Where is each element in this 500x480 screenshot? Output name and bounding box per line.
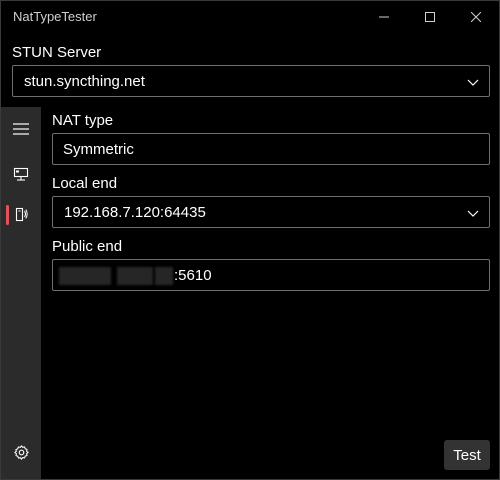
app-window: NatTypeTester STUN Server stun.syncthing… [0,0,500,480]
local-end-value: 192.168.7.120:64435 [64,204,206,221]
minimize-icon [379,16,389,18]
public-end-label: Public end [52,238,123,255]
close-icon [471,12,481,22]
local-end-label: Local end [52,175,118,192]
redacted-address-block [117,267,153,285]
gear-icon [13,444,29,460]
test-button[interactable]: Test [444,440,490,470]
stun-server-combobox[interactable]: stun.syncthing.net [12,65,490,97]
nat-type-field[interactable]: Symmetric [52,133,490,165]
nat-type-label: NAT type [52,112,114,129]
nav-item-rfc5780[interactable] [1,157,41,193]
redacted-address-block [59,267,111,285]
title-bar[interactable]: NatTypeTester [1,1,499,33]
port-mapping-icon [15,207,28,222]
navigation-pane [1,107,41,479]
close-button[interactable] [453,1,499,33]
maximize-button[interactable] [407,1,453,33]
public-end-port: :5610 [174,267,212,284]
nav-menu-toggle-button[interactable] [1,111,41,147]
redacted-address-block [155,267,173,285]
server-icon [13,167,29,181]
nav-item-rfc3489[interactable] [1,196,41,232]
nat-type-value: Symmetric [63,141,134,158]
public-end-field[interactable]: :5610 [52,259,490,291]
chevron-down-icon [467,79,479,86]
stun-server-label: STUN Server [12,44,102,61]
stun-server-value: stun.syncthing.net [24,73,145,90]
chevron-down-icon [467,210,479,217]
local-end-combobox[interactable]: 192.168.7.120:64435 [52,196,490,228]
nav-item-settings[interactable] [1,434,41,470]
hamburger-menu-icon [13,123,29,135]
minimize-button[interactable] [361,1,407,33]
maximize-icon [425,12,435,22]
app-title: NatTypeTester [13,9,97,24]
